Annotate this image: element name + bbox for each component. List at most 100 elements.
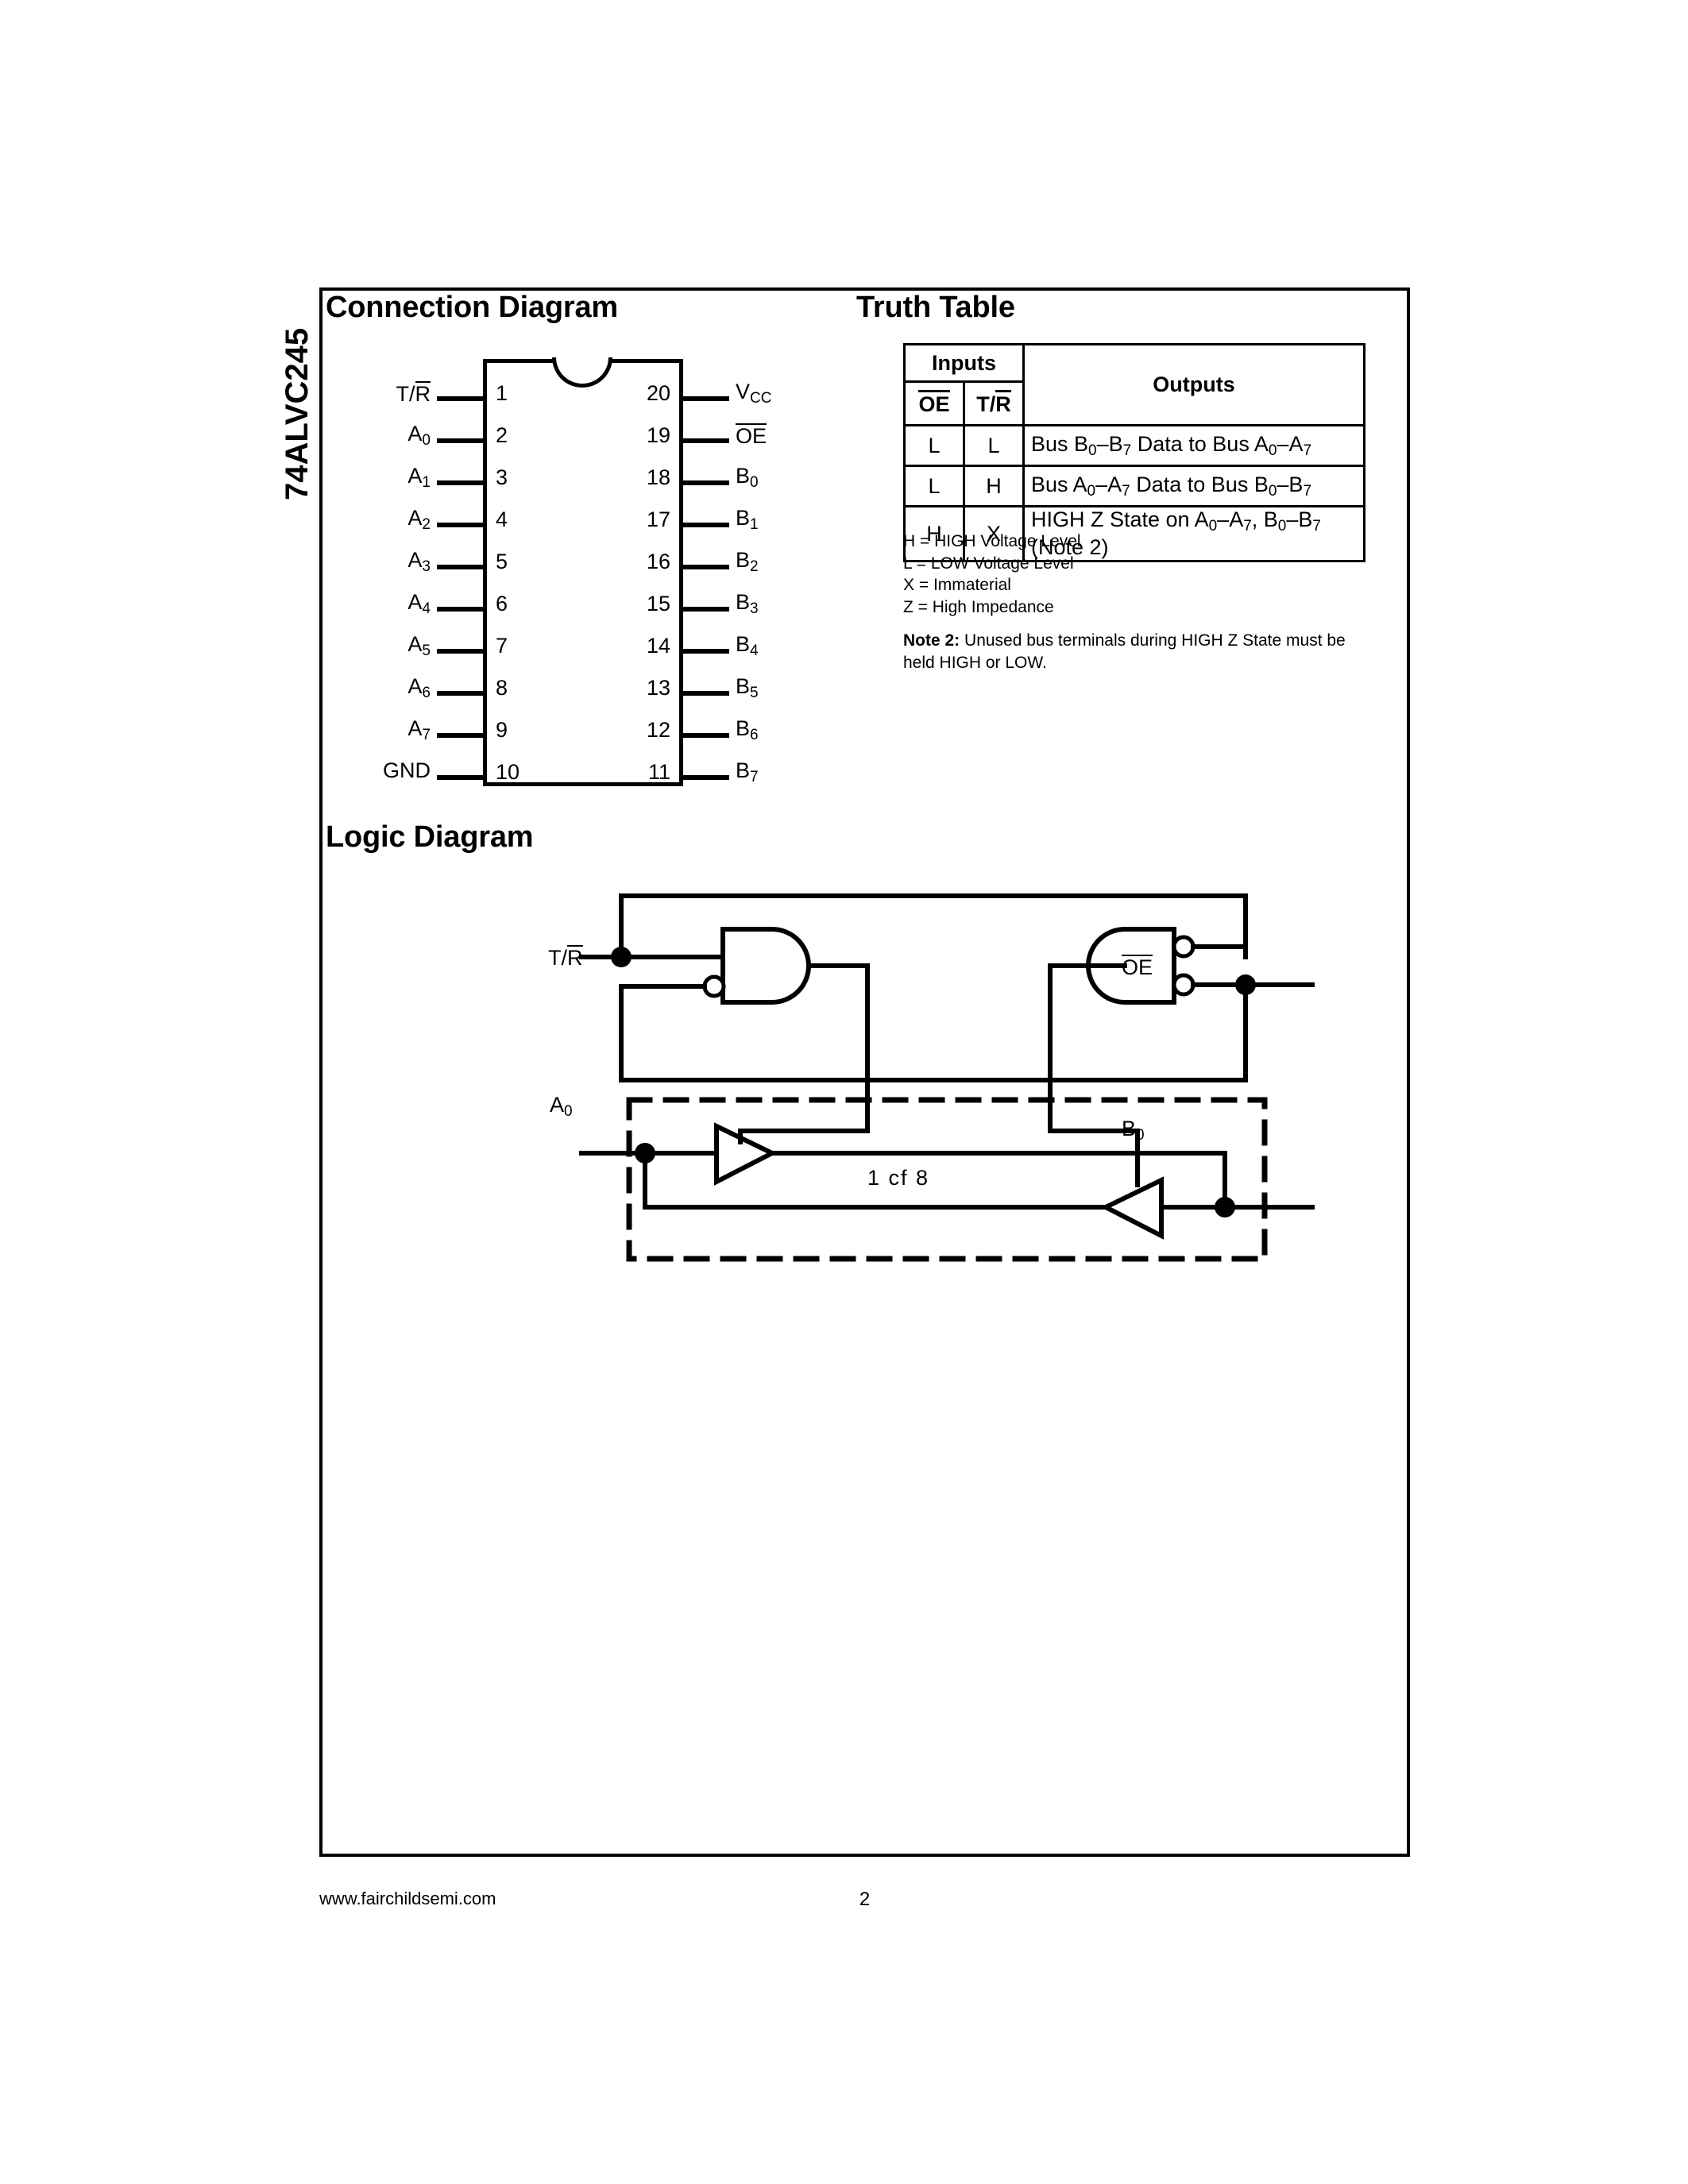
pin-lead-left-2 <box>437 438 485 443</box>
nand-gate-left-body <box>720 927 811 1005</box>
pin-label-right-20: VCC <box>736 380 772 407</box>
wire-left-gate-output <box>806 963 870 1082</box>
pin-lead-right-13 <box>682 691 729 696</box>
cell-tr: L <box>963 424 1025 467</box>
wire-enable-a-to-b <box>738 1078 870 1144</box>
pin-lead-left-6 <box>437 607 485 612</box>
header-inputs: Inputs <box>903 343 1025 383</box>
pin-lead-right-17 <box>682 523 729 527</box>
pin-lead-left-1 <box>437 396 485 401</box>
junction-dot-a0 <box>635 1143 655 1163</box>
header-outputs: Outputs <box>1022 343 1365 426</box>
pin-number-17: 17 <box>646 507 670 531</box>
junction-dot-b0 <box>1215 1197 1235 1217</box>
pin-number-18: 18 <box>646 465 670 489</box>
cell-tr: H <box>963 465 1025 507</box>
legend-line-2: X = Immaterial <box>903 576 1011 595</box>
pin-label-left-9: A7 <box>408 716 431 743</box>
logic-diagram-svg <box>579 893 1315 1262</box>
logic-label-a0-base: A <box>550 1093 565 1117</box>
table-row: L H Bus A0–A7 Data to Bus B0–B7 <box>903 465 1365 507</box>
note-2-text: Unused bus terminals during HIGH Z State… <box>903 631 1346 672</box>
pin-lead-left-4 <box>437 523 485 527</box>
pin-lead-right-15 <box>682 607 729 612</box>
cell-output: Bus A0–A7 Data to Bus B0–B7 <box>1022 465 1365 507</box>
pin-label-right-14: B4 <box>736 632 759 659</box>
logic-label-b0: B0 <box>1122 1117 1145 1144</box>
pin-number-2: 2 <box>496 423 508 447</box>
logic-diagram: T/R OE A0 B0 1 cf 8 <box>319 858 1410 1271</box>
pin-number-4: 4 <box>496 507 508 531</box>
logic-label-b0-sub: 0 <box>1136 1127 1145 1144</box>
pin-label-right-15: B3 <box>736 590 759 617</box>
logic-label-tr: T/R <box>548 945 583 970</box>
pin-lead-left-10 <box>437 775 485 780</box>
pin-number-5: 5 <box>496 550 508 573</box>
pin-lead-left-9 <box>437 733 485 738</box>
bubble-right-gate-upper <box>1172 935 1196 959</box>
pin-label-left-6: A4 <box>408 590 431 617</box>
pin-number-12: 12 <box>646 718 670 742</box>
pin-label-right-16: B2 <box>736 548 759 575</box>
bubble-right-gate-lower <box>1172 973 1196 997</box>
bubble-left-gate-input <box>702 974 726 998</box>
pin-number-8: 8 <box>496 676 508 700</box>
pin-number-19: 19 <box>646 423 670 447</box>
wire-left-gate-lower-input <box>619 984 707 1082</box>
logic-label-a0: A0 <box>550 1093 573 1120</box>
pin-label-left-10: GND <box>383 758 431 782</box>
pin-lead-right-18 <box>682 480 729 485</box>
header-tr: T/R <box>963 380 1025 426</box>
pin-number-9: 9 <box>496 718 508 742</box>
logic-label-a0-sub: 0 <box>564 1103 573 1120</box>
pin-number-7: 7 <box>496 634 508 658</box>
pin-lead-right-11 <box>682 775 729 780</box>
legend-line-1: L = LOW Voltage Level <box>903 554 1074 573</box>
pin-number-11: 11 <box>647 760 670 784</box>
legend-line-3: Z = High Impedance <box>903 598 1054 617</box>
buffer-b-to-a <box>1100 1176 1164 1240</box>
truth-table: Inputs Outputs OE T/R L L Bus B0–B7 Data t… <box>903 343 1365 562</box>
legend-line-0: H = HIGH Voltage Level <box>903 532 1081 550</box>
logic-label-b0-base: B <box>1122 1117 1137 1140</box>
pin-label-left-2: A0 <box>408 422 431 449</box>
pin-label-left-8: A6 <box>408 674 431 701</box>
note-2-label: Note 2: <box>903 631 960 650</box>
pin-label-left-5: A3 <box>408 548 431 575</box>
junction-dot-oe <box>1235 974 1256 995</box>
pin-label-left-4: A2 <box>408 506 431 533</box>
heading-connection-diagram: Connection Diagram <box>326 291 618 324</box>
note-2: Note 2: Unused bus terminals during HIGH… <box>903 630 1380 673</box>
header-oe: OE <box>903 380 965 426</box>
pin-label-right-18: B0 <box>736 464 759 491</box>
heading-logic-diagram: Logic Diagram <box>326 820 534 854</box>
pin-lead-right-16 <box>682 565 729 569</box>
pin-lead-right-20 <box>682 396 729 401</box>
footer-page-number: 2 <box>859 1889 871 1910</box>
pin-lead-right-12 <box>682 733 729 738</box>
pin-label-right-17: B1 <box>736 506 759 533</box>
connection-diagram: T/R 1 20 VCC A0 2 19 OE A1 3 18 B0 A2 4 17 B1 A3 5 16 B2 A4 6… <box>319 341 859 802</box>
pin-label-left-1: T/R <box>396 381 431 406</box>
pin-number-16: 16 <box>646 550 670 573</box>
cell-oe: L <box>903 465 965 507</box>
cell-oe: L <box>903 424 965 467</box>
cell-output: Bus B0–B7 Data to Bus A0–A7 <box>1022 424 1365 467</box>
pin-lead-right-14 <box>682 649 729 654</box>
logic-label-oe: OE <box>1122 955 1153 979</box>
pin-number-1: 1 <box>496 381 508 405</box>
table-row: L L Bus B0–B7 Data to Bus A0–A7 <box>903 424 1365 467</box>
pin-number-6: 6 <box>496 592 508 615</box>
pin-number-14: 14 <box>646 634 670 658</box>
pin-lead-right-19 <box>682 438 729 443</box>
pin-lead-left-8 <box>437 691 485 696</box>
pin-number-3: 3 <box>496 465 508 489</box>
pin-label-right-11: B7 <box>736 758 759 785</box>
pin-number-20: 20 <box>646 381 670 405</box>
pin-lead-left-5 <box>437 565 485 569</box>
pin-lead-left-3 <box>437 480 485 485</box>
pin-number-13: 13 <box>646 676 670 700</box>
part-number-text: 74ALVC245 <box>280 327 315 500</box>
pin-label-right-12: B6 <box>736 716 759 743</box>
table-header-group-row: Inputs Outputs <box>903 343 1365 426</box>
